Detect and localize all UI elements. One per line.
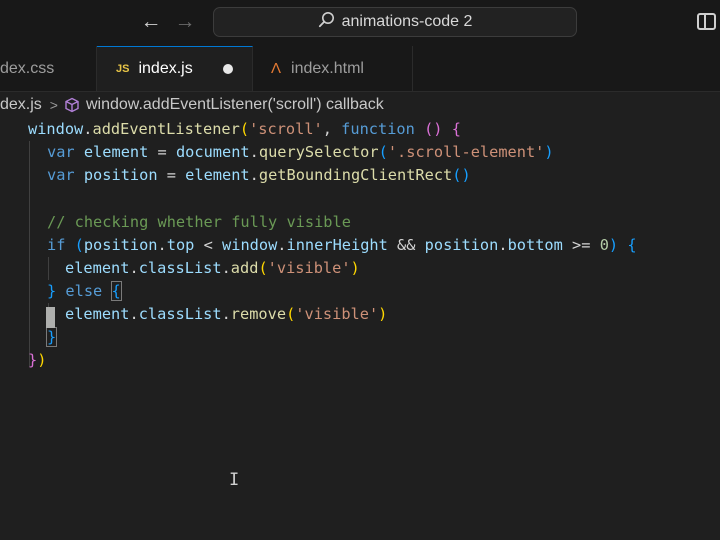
arrow-right-icon[interactable]: → xyxy=(172,9,198,35)
unsaved-dot-icon[interactable] xyxy=(222,64,233,74)
code-line-1: window.addEventListener('scroll', functi… xyxy=(28,120,461,138)
code-line-6: if (position.top < window.innerHeight &&… xyxy=(47,236,637,254)
tab-index-css[interactable]: dex.css xyxy=(0,46,97,91)
arrow-left-icon[interactable]: ← xyxy=(138,9,164,35)
sidebar-toggle-icon[interactable] xyxy=(697,13,716,30)
title-bar: ← → animations-code 2 xyxy=(0,0,720,47)
method-cube-icon xyxy=(64,97,80,113)
search-text: animations-code 2 xyxy=(341,13,473,30)
indent-guide xyxy=(29,141,30,367)
breadcrumb: dex.js > window.addEventListener('scroll… xyxy=(0,92,720,118)
code-line-2: var element = document.querySelector('.s… xyxy=(47,143,554,161)
command-center-search[interactable]: animations-code 2 xyxy=(213,7,577,37)
html-file-icon: Λ xyxy=(271,60,282,77)
code-line-11: }) xyxy=(28,351,47,369)
js-file-icon: JS xyxy=(116,63,130,75)
text-cursor xyxy=(46,307,55,328)
indent-guide xyxy=(48,257,49,280)
tab-bar: dex.css JS index.js Λ index.html xyxy=(0,46,720,92)
search-icon xyxy=(318,11,335,33)
text-cursor-ibeam-icon: I xyxy=(229,470,240,490)
code-line-10: } xyxy=(45,327,58,347)
code-editor[interactable]: window.addEventListener('scroll', functi… xyxy=(0,118,720,540)
tab-label: index.html xyxy=(291,59,364,77)
code-line-5: // checking whether fully visible xyxy=(47,213,351,231)
code-line-7: element.classList.add('visible') xyxy=(65,259,360,277)
tab-index-html[interactable]: Λ index.html xyxy=(253,46,413,91)
tab-index-js[interactable]: JS index.js xyxy=(97,46,253,91)
code-line-9: element.classList.remove('visible') xyxy=(65,305,388,323)
code-line-8: } else { xyxy=(47,281,122,301)
tab-label: dex.css xyxy=(0,59,55,77)
tab-label: index.js xyxy=(138,60,193,77)
breadcrumb-file[interactable]: dex.js xyxy=(0,96,42,114)
breadcrumb-symbol[interactable]: window.addEventListener('scroll') callba… xyxy=(86,96,384,114)
code-line-3: var position = element.getBoundingClient… xyxy=(47,166,471,184)
breadcrumb-separator: > xyxy=(49,97,58,113)
